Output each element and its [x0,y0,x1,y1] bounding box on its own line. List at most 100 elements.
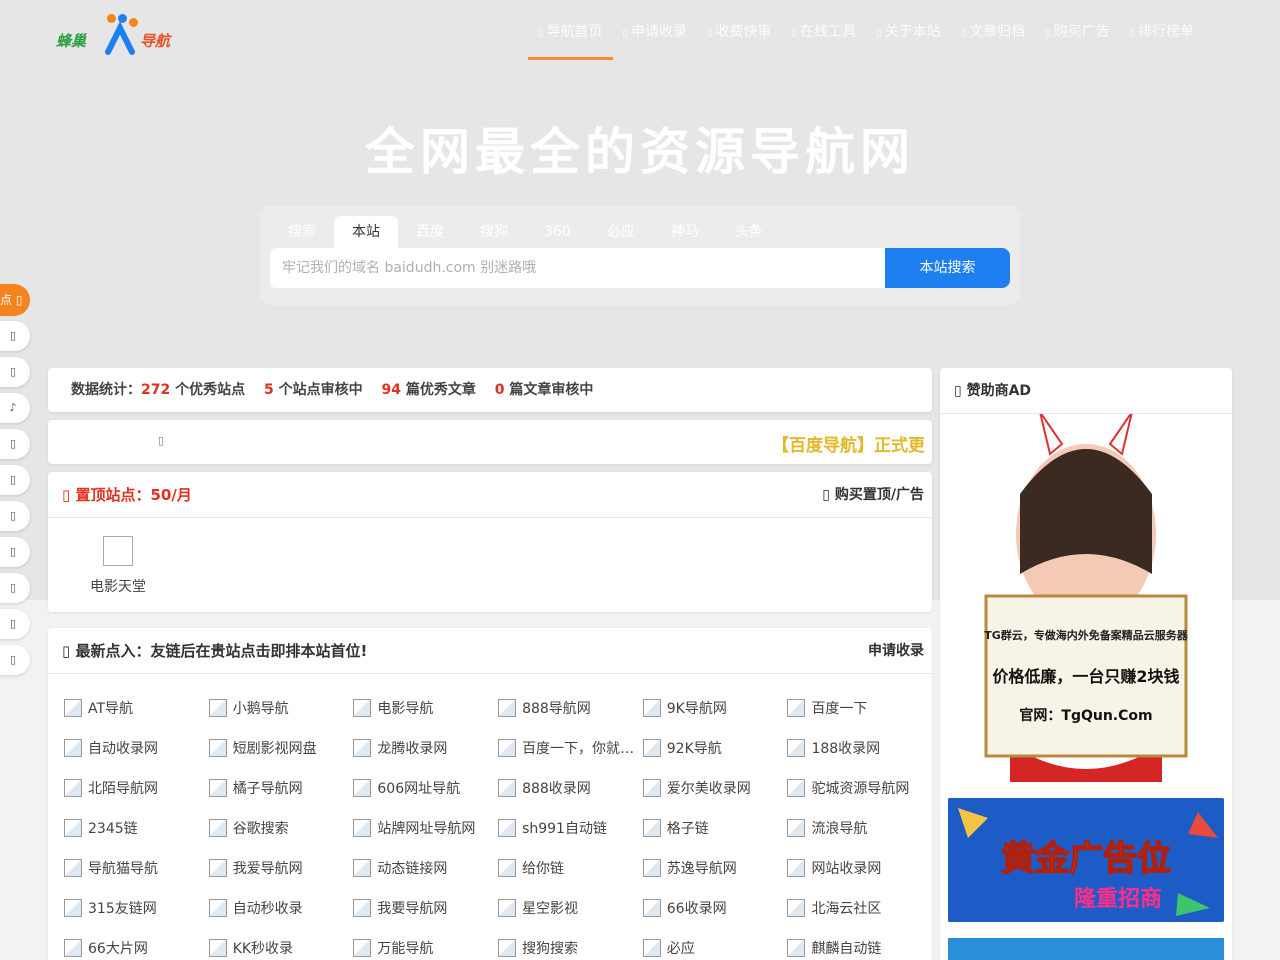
site-link-name: 麒麟自动链 [811,941,882,957]
search-tab-7[interactable]: 头条 [717,216,781,248]
sponsor-ad-image-3[interactable] [948,938,1224,960]
site-logo[interactable]: 蜂巢 导航 [56,14,186,58]
nav-item-5[interactable]: ▯ 文章归档 [951,18,1036,60]
site-link-item[interactable]: 万能导航 [353,928,498,960]
site-link-item[interactable]: 66收录网 [642,888,788,928]
search-button[interactable]: 本站搜索 [885,248,1010,288]
site-link-item[interactable]: 百度一下 [787,688,932,728]
site-favicon-icon [787,819,806,837]
search-tab-6[interactable]: 神马 [653,216,717,248]
site-link-item[interactable]: 2345链 [64,808,209,848]
site-link-item[interactable]: 麒麟自动链 [787,928,932,960]
site-favicon-icon [498,779,517,797]
float-contact-icon[interactable]: ▯ [0,609,30,639]
search-tab-3[interactable]: 搜狗 [462,216,526,248]
site-link-item[interactable]: 网站收录网 [787,848,932,888]
top-site-name[interactable]: 电影天堂 [78,576,158,596]
site-favicon-icon [353,819,372,837]
site-link-item[interactable]: 橘子导航网 [208,768,354,808]
nav-item-6[interactable]: ▯ 购买广告 [1035,18,1120,60]
site-link-item[interactable]: 谷歌搜索 [208,808,354,848]
ad1-line1: TG群云，专做海内外免备案精品云服务器 [984,628,1189,642]
site-link-name: 苏逸导航网 [666,861,737,877]
nav-item-2[interactable]: ▯ 收费快审 [697,18,782,60]
sponsor-ad-image-2[interactable]: 黄金广告位 隆重招商 [948,798,1224,922]
nav-item-1[interactable]: ▯ 申请收录 [613,18,698,60]
site-link-item[interactable]: 我要导航网 [353,888,498,928]
site-favicon-icon [642,819,661,837]
search-tab-5[interactable]: 必应 [589,216,653,248]
sponsor-card: ▯ 赞助商AD TG群云，专做海内外免备案精品云服务器 价格低廉，一台只赚2块钱… [940,368,1232,960]
site-link-item[interactable]: 888收录网 [498,768,643,808]
site-link-item[interactable]: 格子链 [642,808,788,848]
stats-sites-count: 272 [141,382,171,398]
search-tab-2[interactable]: 百度 [398,216,462,248]
site-link-item[interactable]: 流浪导航 [787,808,932,848]
site-link-name: 搜狗搜索 [522,941,579,957]
float-home-icon[interactable]: ▯ [0,321,30,351]
search-tab-0[interactable]: 搜索 [270,216,334,248]
site-link-item[interactable]: 北海云社区 [787,888,932,928]
site-link-item[interactable]: 606网址导航 [353,768,498,808]
site-favicon-icon [787,899,806,917]
site-favicon-icon [353,739,372,757]
buy-top-ad-link[interactable]: ▯ 购买置顶/广告 [822,472,924,518]
site-link-item[interactable]: 驼城资源导航网 [787,768,932,808]
search-tab-1[interactable]: 本站 [334,216,398,248]
site-link-name: KK秒收录 [232,941,294,957]
search-tab-4[interactable]: 360 [526,216,589,248]
sponsor-ad-image-1[interactable]: TG群云，专做海内外免备案精品云服务器 价格低廉，一台只赚2块钱 官网：TgQu… [940,411,1232,782]
site-link-item[interactable]: 188收录网 [787,728,932,768]
site-link-item[interactable]: 北陌导航网 [64,768,209,808]
site-link-item[interactable]: 必应 [642,928,788,960]
site-link-item[interactable]: 站牌网址导航网 [353,808,498,848]
search-input[interactable] [270,248,885,288]
site-link-item[interactable]: sh991自动链 [498,808,643,848]
site-link-item[interactable]: 315友链网 [64,888,209,928]
clock-icon: ▯ [62,642,76,660]
site-link-item[interactable]: 9K导航网 [642,688,788,728]
site-link-item[interactable]: 66大片网 [64,928,209,960]
site-link-item[interactable]: KK秒收录 [208,928,354,960]
site-link-item[interactable]: 92K导航 [642,728,788,768]
float-ad-icon[interactable]: ▯ [0,537,30,567]
apply-link[interactable]: 申请收录 [868,628,924,674]
site-link-item[interactable]: 龙腾收录网 [353,728,498,768]
site-link-item[interactable]: 百度一下，你就知道 [498,728,643,768]
site-link-item[interactable]: 小鹅导航 [208,688,354,728]
site-link-item[interactable]: 自动收录网 [64,728,209,768]
float-apply-icon[interactable]: ▯ [0,357,30,387]
float-tiktok-icon[interactable]: ♪ [0,393,30,423]
site-favicon-icon [498,819,517,837]
site-link-item[interactable]: 搜狗搜索 [498,928,643,960]
site-favicon[interactable] [103,536,133,566]
site-link-item[interactable]: 导航猫导航 [64,848,209,888]
float-top-icon[interactable]: ▯ [0,645,30,675]
site-link-item[interactable]: 苏逸导航网 [642,848,788,888]
float-rank-icon[interactable]: ▯ [0,501,30,531]
float-about-icon[interactable]: ▯ [0,573,30,603]
site-link-item[interactable]: 我爱导航网 [208,848,354,888]
site-link-item[interactable]: 电影导航 [353,688,498,728]
site-link-item[interactable]: 星空影视 [498,888,643,928]
site-link-item[interactable]: 动态链接网 [353,848,498,888]
nav-item-label: 导航首页 [546,24,603,40]
site-favicon-icon [787,939,806,957]
site-link-item[interactable]: AT导航 [64,688,209,728]
site-link-item[interactable]: 给你链 [498,848,643,888]
nav-item-0[interactable]: ▯ 导航首页 [528,18,613,60]
site-link-name: 龙腾收录网 [377,741,448,757]
site-favicon-icon [498,699,517,717]
float-tools-icon[interactable]: ▯ [0,429,30,459]
float-article-icon[interactable]: ▯ [0,465,30,495]
ad2-big: 黄金广告位 [1001,839,1171,879]
site-link-item[interactable]: 短剧影视网盘 [208,728,354,768]
nav-item-3[interactable]: ▯ 在线工具 [782,18,867,60]
site-link-item[interactable]: 爱尔美收录网 [642,768,788,808]
site-link-item[interactable]: 888导航网 [498,688,643,728]
nav-item-4[interactable]: ▯ 关于本站 [866,18,951,60]
nav-item-7[interactable]: ▯ 排行榜单 [1120,18,1205,60]
announcement-text[interactable]: 【百度导航】正式更 [772,431,924,456]
site-link-item[interactable]: 自动秒收录 [208,888,354,928]
site-favicon-icon [787,779,806,797]
